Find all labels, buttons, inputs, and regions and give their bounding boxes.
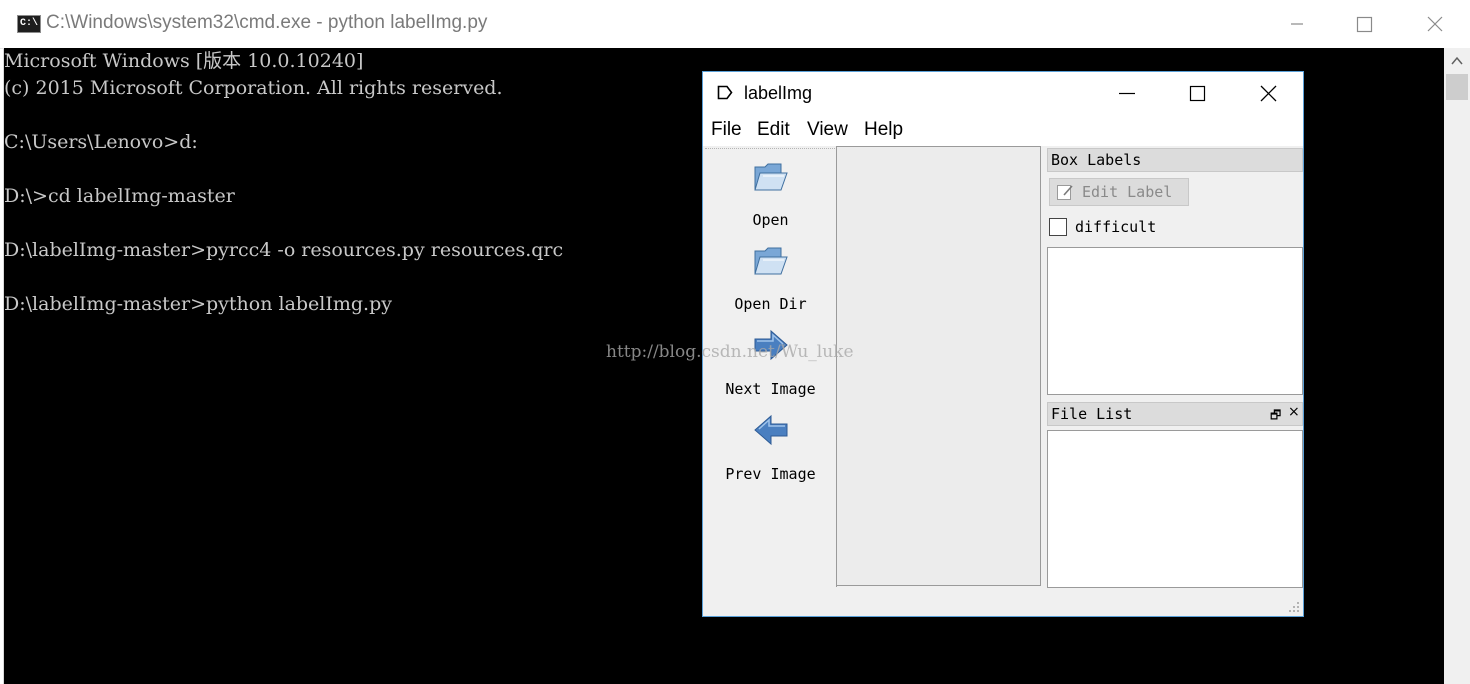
labelimg-title-bar[interactable]: labelImg (703, 72, 1303, 114)
tool-bar: Open Open Dir Next Image Prev Image (705, 148, 837, 658)
status-bar (703, 588, 1303, 616)
labelimg-maximize-button[interactable] (1168, 72, 1228, 114)
size-grip-icon[interactable] (1288, 601, 1300, 613)
box-labels-title: Box Labels (1051, 151, 1142, 169)
cmd-app-icon-text: C:\ (20, 18, 39, 29)
console-line: (c) 2015 Microsoft Corporation. All righ… (4, 77, 503, 99)
file-list-title-bar[interactable]: File List 🗗 × (1047, 402, 1303, 426)
file-list-dock: File List 🗗 × (1047, 402, 1303, 588)
next-image-label: Next Image (725, 380, 816, 398)
scrollbar-thumb[interactable] (1446, 74, 1468, 100)
edit-label-text: Edit Label (1082, 183, 1173, 201)
difficult-label: difficult (1075, 218, 1157, 236)
menu-file[interactable]: File (711, 119, 742, 141)
cmd-title-bar[interactable]: C:\ C:\Windows\system32\cmd.exe - python… (0, 0, 1470, 49)
cmd-app-icon: C:\ (17, 15, 41, 33)
open-label: Open (752, 211, 789, 229)
edit-icon (1057, 185, 1073, 200)
box-labels-dock: Box Labels Edit Label difficult (1047, 148, 1303, 395)
close-button[interactable] (1400, 0, 1470, 48)
labelimg-close-button[interactable] (1238, 72, 1298, 114)
open-folder-icon (754, 163, 788, 191)
minimize-button[interactable] (1262, 0, 1332, 48)
maximize-icon (1189, 85, 1206, 102)
cmd-window-title: C:\Windows\system32\cmd.exe - python lab… (46, 12, 488, 33)
box-labels-title-bar[interactable]: Box Labels (1047, 148, 1303, 172)
menu-help[interactable]: Help (864, 119, 903, 141)
menu-view[interactable]: View (807, 119, 848, 141)
vertical-scrollbar[interactable] (1444, 48, 1470, 684)
menu-edit[interactable]: Edit (757, 119, 790, 141)
edit-label-button[interactable]: Edit Label (1049, 178, 1189, 206)
close-icon (1427, 16, 1443, 32)
arrow-left-icon (754, 414, 788, 446)
console-line: D:\>cd labelImg-master (4, 185, 235, 207)
file-list[interactable] (1047, 430, 1303, 588)
console-line: Microsoft Windows [版本 10.0.10240] (4, 50, 364, 72)
chevron-up-icon (1451, 56, 1463, 65)
file-list-title: File List (1051, 405, 1133, 423)
minimize-icon (1119, 92, 1135, 95)
double-chevron-down-icon (766, 649, 774, 658)
toolbar-extension-icon[interactable] (765, 649, 775, 662)
open-dir-label: Open Dir (734, 295, 807, 313)
label-list[interactable] (1047, 247, 1303, 395)
float-dock-icon[interactable]: 🗗 (1270, 406, 1281, 427)
difficult-checkbox[interactable] (1049, 218, 1067, 236)
image-canvas[interactable] (836, 146, 1041, 586)
console-line: D:\labelImg-master>pyrcc4 -o resources.p… (4, 239, 564, 261)
minimize-icon (1291, 23, 1303, 25)
console-line: D:\labelImg-master>python labelImg.py (4, 293, 392, 315)
maximize-button[interactable] (1329, 0, 1399, 48)
maximize-icon (1356, 16, 1373, 33)
scroll-up-arrow[interactable] (1444, 48, 1470, 74)
watermark-text: http://blog.csdn.net/Wu_luke (606, 342, 854, 362)
console-line: C:\Users\Lenovo>d: (4, 131, 198, 153)
close-icon (1260, 85, 1277, 102)
labelimg-minimize-button[interactable] (1100, 72, 1160, 114)
close-dock-icon[interactable]: × (1288, 404, 1300, 420)
open-folder-icon (754, 247, 788, 275)
tag-icon (717, 85, 733, 100)
menu-bar: File Edit View Help (703, 114, 1303, 146)
labelimg-window-title: labelImg (744, 83, 813, 103)
prev-image-label: Prev Image (725, 465, 816, 483)
